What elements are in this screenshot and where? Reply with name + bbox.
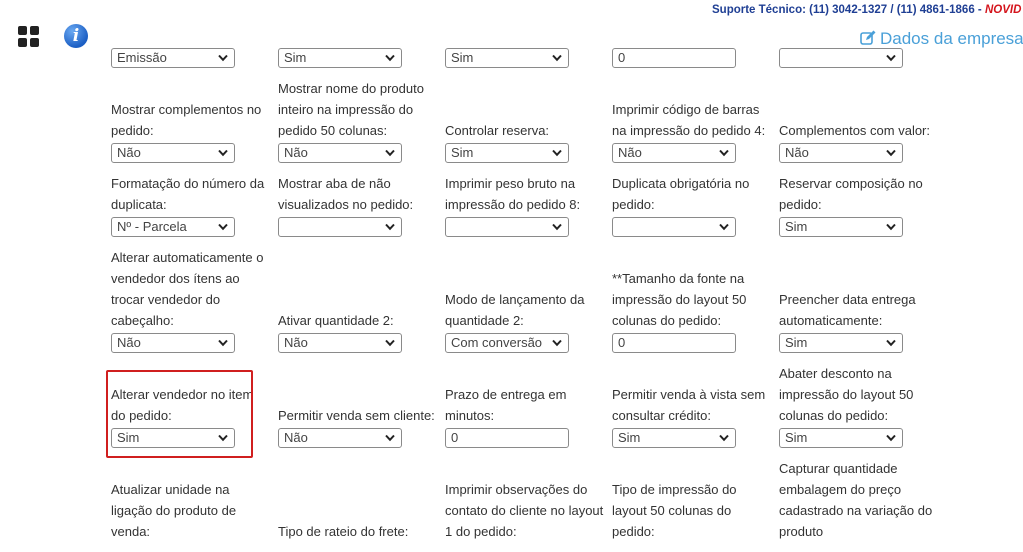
setting-select[interactable]: Sim <box>612 428 736 448</box>
field-label: Permitir venda à vista sem consultar cré… <box>612 387 766 423</box>
setting-input[interactable]: 0 <box>612 333 736 353</box>
field-label: Alterar automaticamente o vendedor dos í… <box>111 250 264 328</box>
field-label: Mostrar nome do produto inteiro na impre… <box>278 81 424 138</box>
select-value: Sim <box>785 335 808 350</box>
field-label: Duplicata obrigatória no pedido: <box>612 176 750 212</box>
select-value: Sim <box>785 219 808 234</box>
field-label: Tipo de rateio do frete: <box>278 524 409 539</box>
setting-select[interactable]: Sim <box>445 143 569 163</box>
field-label: Atualizar unidade na ligação do produto … <box>111 482 237 539</box>
chevron-down-icon <box>719 149 729 157</box>
chevron-down-icon <box>385 434 395 442</box>
chevron-down-icon <box>552 54 562 62</box>
chevron-down-icon <box>218 54 228 62</box>
chevron-down-icon <box>719 223 729 231</box>
select-value: Não <box>284 430 308 445</box>
news-link[interactable]: NOVID <box>985 4 1021 16</box>
setting-select[interactable]: Sim <box>779 333 903 353</box>
chevron-down-icon <box>886 434 896 442</box>
field-label: Reservar composição no pedido: <box>779 176 923 212</box>
input-value: 0 <box>618 335 626 350</box>
field-label: Imprimir código de barras na impressão d… <box>612 102 766 138</box>
field-label: Abater desconto na impressão do layout 5… <box>779 366 914 423</box>
chevron-down-icon <box>886 339 896 347</box>
select-value: Nº - Parcela <box>117 219 187 234</box>
chevron-down-icon <box>385 54 395 62</box>
field-label: Mostrar complementos no pedido: <box>111 102 262 138</box>
chevron-down-icon <box>886 54 896 62</box>
field-label: Imprimir observações do contato do clien… <box>445 482 604 539</box>
support-phones: Suporte Técnico: (11) 3042-1327 / (11) 4… <box>712 4 985 16</box>
chevron-down-icon <box>385 223 395 231</box>
setting-select[interactable]: Emissão <box>111 48 235 68</box>
select-value: Não <box>117 145 141 160</box>
select-value: Não <box>785 145 809 160</box>
setting-input[interactable]: 0 <box>612 48 736 68</box>
chevron-down-icon <box>552 149 562 157</box>
setting-select[interactable]: Sim <box>779 217 903 237</box>
field-label: **Tamanho da fonte na impressão do layou… <box>612 271 747 328</box>
select-value: Sim <box>284 50 307 65</box>
input-value: 0 <box>618 50 626 65</box>
chevron-down-icon <box>886 149 896 157</box>
select-value: Sim <box>785 430 808 445</box>
select-value: Sim <box>451 145 474 160</box>
field-label: Formatação do número da duplicata: <box>111 176 265 212</box>
field-label: Mostrar aba de não visualizados no pedid… <box>278 176 414 212</box>
chevron-down-icon <box>719 434 729 442</box>
select-value: Não <box>618 145 642 160</box>
select-value: Sim <box>618 430 641 445</box>
top-bar: Suporte Técnico: (11) 3042-1327 / (11) 4… <box>0 0 1023 22</box>
chevron-down-icon <box>552 339 562 347</box>
setting-select[interactable]: Sim <box>445 48 569 68</box>
field-label: Tipo de impressão do layout 50 colunas d… <box>612 482 737 539</box>
chevron-down-icon <box>218 149 228 157</box>
select-value: Não <box>117 335 141 350</box>
select-value: Com conversão <box>451 335 543 350</box>
setting-select[interactable] <box>278 217 402 237</box>
setting-input[interactable]: 0 <box>445 428 569 448</box>
select-value: Emissão <box>117 50 167 65</box>
company-data-link[interactable]: Dados da empresa <box>860 29 1023 49</box>
select-value: Sim <box>451 50 474 65</box>
field-label: Prazo de entrega em minutos: <box>445 387 567 423</box>
chevron-down-icon <box>385 339 395 347</box>
setting-select[interactable]: Não <box>111 143 235 163</box>
chevron-down-icon <box>552 223 562 231</box>
setting-select[interactable]: Sim <box>278 48 402 68</box>
company-link-label: Dados da empresa <box>880 29 1023 48</box>
setting-select[interactable] <box>612 217 736 237</box>
select-value: Não <box>284 335 308 350</box>
setting-select[interactable] <box>445 217 569 237</box>
input-value: 0 <box>451 430 459 445</box>
field-label: Modo de lançamento da quantidade 2: <box>445 292 585 328</box>
setting-select[interactable]: Não <box>278 333 402 353</box>
edit-icon <box>860 30 876 45</box>
info-icon[interactable]: i <box>64 24 88 48</box>
field-label: Preencher data entrega automaticamente: <box>779 292 916 328</box>
chevron-down-icon <box>385 149 395 157</box>
field-label: Imprimir peso bruto na impressão do pedi… <box>445 176 581 212</box>
field-label: Complementos com valor: <box>779 123 930 138</box>
setting-select[interactable]: Sim <box>779 428 903 448</box>
chevron-down-icon <box>886 223 896 231</box>
field-label: Capturar quantidade embalagem do preço c… <box>779 461 933 539</box>
setting-select[interactable]: Não <box>612 143 736 163</box>
apps-grid-icon[interactable] <box>18 26 40 48</box>
field-label: Controlar reserva: <box>445 123 550 138</box>
setting-select[interactable]: Não <box>278 428 402 448</box>
highlight-box <box>106 370 253 458</box>
setting-select[interactable] <box>779 48 903 68</box>
select-value: Não <box>284 145 308 160</box>
field-label: Permitir venda sem cliente: <box>278 408 435 423</box>
setting-select[interactable]: Com conversão <box>445 333 569 353</box>
setting-select[interactable]: Não <box>278 143 402 163</box>
setting-select[interactable]: Não <box>111 333 235 353</box>
field-label: Ativar quantidade 2: <box>278 313 394 328</box>
setting-select[interactable]: Nº - Parcela <box>111 217 235 237</box>
chevron-down-icon <box>218 223 228 231</box>
support-info: Suporte Técnico: (11) 3042-1327 / (11) 4… <box>712 4 1021 16</box>
setting-select[interactable]: Não <box>779 143 903 163</box>
chevron-down-icon <box>218 339 228 347</box>
